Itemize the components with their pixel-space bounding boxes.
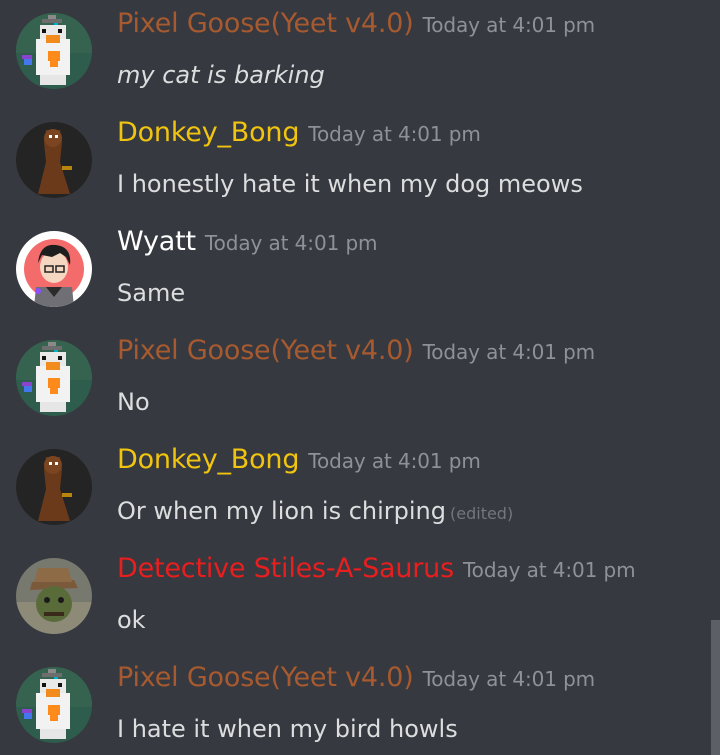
donkey-avatar-icon[interactable] [16, 122, 92, 198]
message-item: Pixel Goose(Yeet v4.0) Today at 4:01 pm m… [0, 0, 700, 100]
username[interactable]: Pixel Goose(Yeet v4.0) [117, 335, 414, 366]
donkey-avatar-icon[interactable] [16, 449, 92, 525]
message-item: Pixel Goose(Yeet v4.0) Today at 4:01 pm N… [0, 327, 700, 427]
chat-messages: Pixel Goose(Yeet v4.0) Today at 4:01 pm m… [0, 0, 720, 755]
detective-avatar-icon[interactable] [16, 558, 92, 634]
timestamp: Today at 4:01 pm [422, 340, 596, 364]
message-item: Wyatt Today at 4:01 pm Same [0, 218, 700, 318]
message-text: my cat is barking [117, 61, 325, 89]
message-header: Pixel Goose(Yeet v4.0) Today at 4:01 pm [117, 7, 595, 44]
message-header: Pixel Goose(Yeet v4.0) Today at 4:01 pm [117, 334, 595, 371]
username[interactable]: Donkey_Bong [117, 117, 299, 148]
message-text: ok [117, 606, 146, 634]
message-header: Donkey_Bong Today at 4:01 pm [117, 116, 481, 153]
timestamp: Today at 4:01 pm [462, 558, 636, 582]
message-header: Detective Stiles-A-Saurus Today at 4:01 p… [117, 552, 636, 589]
message-text: No [117, 388, 150, 416]
anime-boy-avatar-icon[interactable] [16, 231, 92, 307]
timestamp: Today at 4:01 pm [204, 231, 378, 255]
scrollbar-thumb[interactable] [711, 620, 720, 755]
message-text: Same [117, 279, 186, 307]
message-item: Donkey_Bong Today at 4:01 pm I honestly h… [0, 109, 700, 209]
timestamp: Today at 4:01 pm [422, 667, 596, 691]
message-item: Pixel Goose(Yeet v4.0) Today at 4:01 pm I… [0, 654, 700, 754]
timestamp: Today at 4:01 pm [308, 122, 481, 146]
username[interactable]: Wyatt [117, 226, 196, 257]
message-text: I hate it when my bird howls [117, 715, 458, 743]
username[interactable]: Donkey_Bong [117, 444, 299, 475]
username[interactable]: Pixel Goose(Yeet v4.0) [117, 8, 414, 39]
timestamp: Today at 4:01 pm [422, 13, 596, 37]
username[interactable]: Pixel Goose(Yeet v4.0) [117, 662, 414, 693]
pixel-goose-avatar-icon[interactable] [16, 667, 92, 743]
message-text-body: Or when my lion is chirping [117, 497, 446, 525]
message-header: Donkey_Bong Today at 4:01 pm [117, 443, 481, 480]
username[interactable]: Detective Stiles-A-Saurus [117, 553, 454, 584]
message-text: Or when my lion is chirping (edited) [117, 496, 513, 529]
message-item: Donkey_Bong Today at 4:01 pm Or when my l… [0, 436, 700, 536]
pixel-goose-avatar-icon[interactable] [16, 13, 92, 89]
edited-label: (edited) [450, 504, 514, 523]
timestamp: Today at 4:01 pm [308, 449, 481, 473]
message-header: Pixel Goose(Yeet v4.0) Today at 4:01 pm [117, 661, 595, 698]
pixel-goose-avatar-icon[interactable] [16, 340, 92, 416]
message-header: Wyatt Today at 4:01 pm [117, 225, 378, 262]
message-item: Detective Stiles-A-Saurus Today at 4:01 p… [0, 545, 700, 645]
message-text: I honestly hate it when my dog meows [117, 170, 583, 198]
